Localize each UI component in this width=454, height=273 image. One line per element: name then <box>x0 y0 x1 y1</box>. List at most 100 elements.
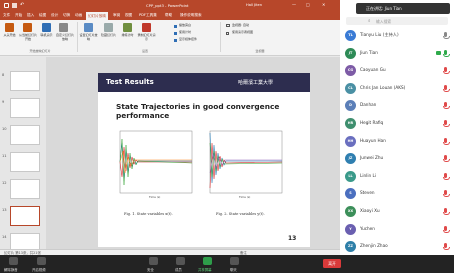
participant-row[interactable]: CG Caoyuan Gu <box>340 62 454 80</box>
checkbox-narration-label: 播放旁白 <box>179 23 192 27</box>
tab-insert[interactable]: 插入 <box>27 13 34 18</box>
maximize-icon[interactable]: □ <box>306 2 310 7</box>
participant-row[interactable]: D Danhan <box>340 97 454 115</box>
mic-unmute-icon[interactable] <box>9 257 18 265</box>
mic-muted-icon[interactable] <box>443 84 450 92</box>
participant-row[interactable]: JZ Junwei Zhu <box>340 150 454 168</box>
share-screen-icon[interactable] <box>203 257 212 265</box>
mic-muted-icon[interactable] <box>443 208 450 215</box>
participant-row[interactable]: LL Linlin Li <box>340 168 454 186</box>
close-icon[interactable]: ✕ <box>322 2 325 7</box>
participant-row[interactable]: XX Xiaoyi Xu <box>340 203 454 221</box>
mic-muted-icon[interactable] <box>443 155 450 163</box>
search-input[interactable]: 输入搜索 <box>376 19 391 25</box>
participant-row[interactable]: CL Chris Jan Louan (AKS) <box>340 80 454 98</box>
slide-thumbnail[interactable] <box>10 98 40 118</box>
mic-muted-icon[interactable] <box>443 67 450 75</box>
avatar: S <box>345 188 356 200</box>
mic-muted-icon[interactable] <box>443 225 450 233</box>
monitor-select[interactable]: 监视器: 自动 <box>232 23 249 28</box>
participants-label[interactable]: 成员 <box>175 267 182 272</box>
checkbox-narration[interactable] <box>174 25 177 28</box>
tab-file[interactable]: 文件 <box>3 13 10 18</box>
leave-button[interactable]: 离开 <box>323 259 341 268</box>
share-screen-label[interactable]: 共享屏幕 <box>198 267 212 272</box>
hide-slide-icon[interactable] <box>104 23 113 32</box>
mic-muted-icon[interactable] <box>443 102 450 110</box>
mic-muted-icon[interactable] <box>443 190 450 198</box>
tab-view[interactable]: 视图 <box>125 13 132 18</box>
tab-design[interactable]: 设计 <box>51 13 58 18</box>
participant-name: Zhenjin Zhao <box>360 243 388 249</box>
thumb-number: 11 <box>2 154 7 158</box>
user-name[interactable]: Hall Jiten <box>246 3 262 7</box>
save-icon[interactable] <box>12 3 17 8</box>
slide-thumbnail[interactable] <box>10 152 40 172</box>
slide-thumbnail[interactable] <box>10 71 40 91</box>
participant-row[interactable]: ZZ Zhenjin Zhao <box>340 238 454 256</box>
start-video-label[interactable]: 开启视频 <box>32 267 46 272</box>
mic-muted-icon[interactable] <box>443 120 450 127</box>
current-slide[interactable]: Test Results 哈爾濱工業大學 State Trajectories … <box>98 73 310 247</box>
participant-row[interactable]: TL Tianyu Liu (主持人) <box>340 27 454 45</box>
security-icon[interactable] <box>149 257 158 265</box>
slide-thumbnail[interactable] <box>10 125 40 145</box>
setup-show-button[interactable]: 设置幻灯片放映 <box>79 33 98 41</box>
play-from-current-icon[interactable] <box>23 23 32 32</box>
presenter-view-checkbox[interactable] <box>226 32 229 35</box>
tab-pdf-tools[interactable]: PDF工具集 <box>139 13 157 18</box>
mic-muted-icon[interactable] <box>443 243 450 251</box>
mic-muted-icon[interactable] <box>443 137 450 145</box>
custom-show-icon[interactable] <box>59 23 68 32</box>
rehearse-icon[interactable] <box>123 23 132 32</box>
rehearse-button[interactable]: 排练计时 <box>118 33 137 38</box>
checkbox-media-label: 显示媒体控件 <box>179 37 198 41</box>
record-icon[interactable] <box>142 23 151 32</box>
tab-transitions[interactable]: 切换 <box>63 13 70 18</box>
mic-icon[interactable] <box>443 32 450 39</box>
hide-slide-button[interactable]: 隐藏幻灯片 <box>99 33 118 38</box>
participant-row[interactable]: Y Yuchen <box>340 221 454 239</box>
avatar: TL <box>345 30 356 41</box>
setup-show-icon[interactable] <box>84 23 93 32</box>
participant-row[interactable]: HH Huayun Han <box>340 133 454 151</box>
participant-name: Chris Jan Louan (AKS) <box>360 84 406 90</box>
tab-animations[interactable]: 动画 <box>75 13 82 18</box>
minimize-icon[interactable]: — <box>292 2 296 7</box>
custom-show-button[interactable]: 自定义幻灯片放映 <box>55 33 75 41</box>
slide-thumbnail[interactable] <box>10 179 40 199</box>
participant-row[interactable]: JT Jiun Tian <box>340 45 454 63</box>
thumb-number: 13 <box>2 208 7 212</box>
undo-icon[interactable]: ↶ <box>20 2 24 8</box>
unmute-label[interactable]: 解除静音 <box>4 267 18 272</box>
participants-icon[interactable] <box>176 257 185 265</box>
chat-icon[interactable] <box>230 257 239 265</box>
plot2-axis-label: Time (s) <box>239 195 251 199</box>
play-from-start-button[interactable]: 从头开始 <box>1 33 18 38</box>
online-present-icon[interactable] <box>42 23 51 32</box>
checkbox-media-controls[interactable] <box>174 39 177 42</box>
video-icon[interactable] <box>37 257 46 265</box>
search-box[interactable]: ⌕ 输入搜索 <box>346 17 448 25</box>
mic-muted-icon[interactable] <box>443 172 450 180</box>
tab-help[interactable]: 帮助 <box>165 13 172 18</box>
online-present-button[interactable]: 联机演示 <box>38 33 55 38</box>
chat-label[interactable]: 聊天 <box>230 267 237 272</box>
tab-slideshow[interactable]: 幻灯片放映 <box>86 12 108 20</box>
tab-home[interactable]: 开始 <box>15 13 22 18</box>
tab-draw[interactable]: 绘图 <box>39 13 46 18</box>
slide-thumbnail-selected[interactable] <box>10 206 40 226</box>
play-from-current-button[interactable]: 从当前幻灯片开始 <box>18 33 38 41</box>
checkbox-timings[interactable] <box>174 32 177 35</box>
record-button[interactable]: 录制幻灯片演示 <box>137 33 156 41</box>
avatar: JT <box>345 47 356 59</box>
participant-row[interactable]: S Steven <box>340 185 454 203</box>
tab-review[interactable]: 审阅 <box>113 13 120 18</box>
participants-panel: 正在讲话: Jiun Tian ⌕ 输入搜索 邀请 静音全体 更多 TLTian… <box>340 0 454 266</box>
autosave-icon[interactable] <box>4 3 9 8</box>
security-label[interactable]: 安全 <box>147 267 154 272</box>
play-from-start-icon[interactable] <box>5 23 14 32</box>
participant-row[interactable]: HR Hegit Rafiq <box>340 115 454 133</box>
tell-me-search[interactable]: 操作说明搜索 <box>180 13 202 18</box>
mic-icon[interactable] <box>443 49 450 57</box>
